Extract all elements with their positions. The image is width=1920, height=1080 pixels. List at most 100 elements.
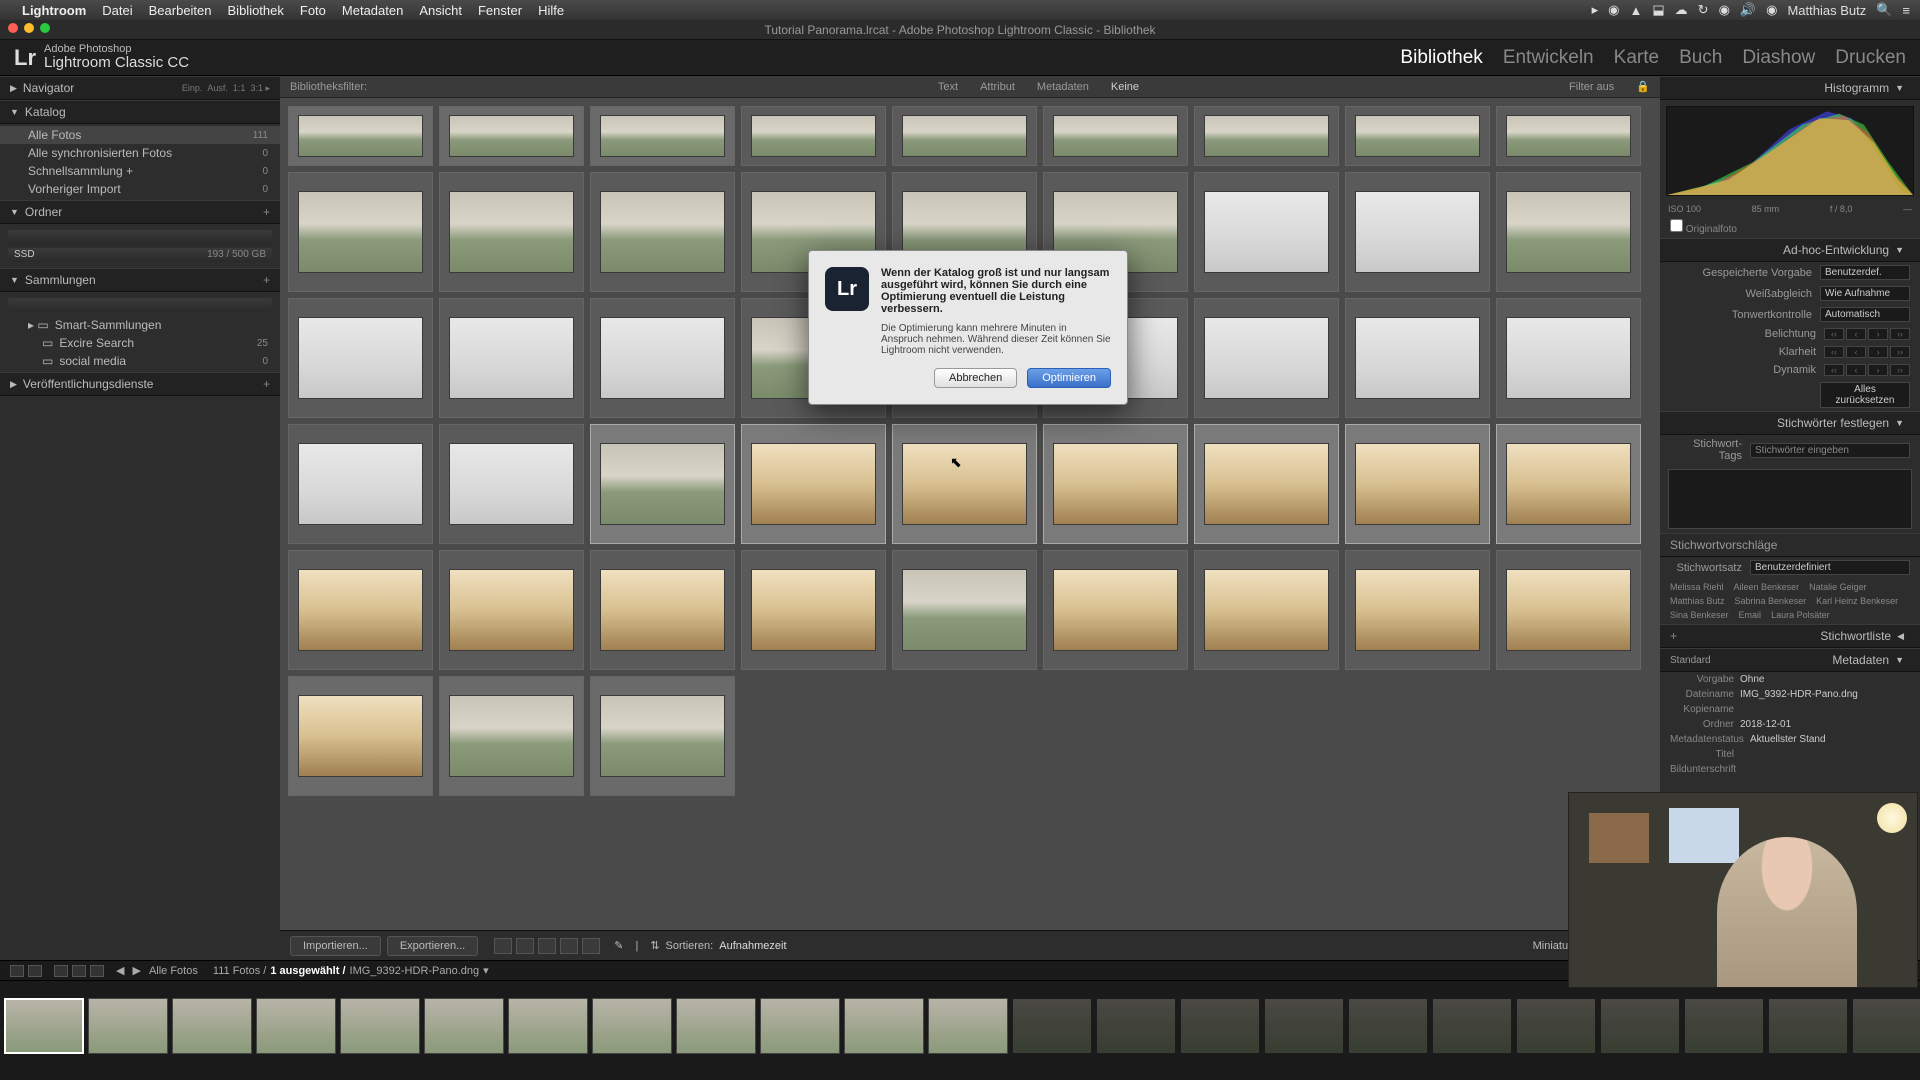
person-tag[interactable]: Karl Heinz Benkeser bbox=[1816, 596, 1898, 606]
drive-bar[interactable]: SSD 193 / 500 GB bbox=[8, 248, 272, 262]
grid-cell[interactable] bbox=[1194, 106, 1339, 166]
optimize-button[interactable]: Optimieren bbox=[1027, 368, 1111, 388]
filmstrip-thumb[interactable] bbox=[1348, 998, 1428, 1054]
catalog-quick[interactable]: Schnellsammlung +0 bbox=[0, 162, 280, 180]
menu-help[interactable]: Hilfe bbox=[538, 3, 564, 18]
person-tag[interactable]: Natalie Geiger bbox=[1809, 582, 1867, 592]
catalog-header[interactable]: ▼ Katalog bbox=[0, 100, 280, 124]
md-caption[interactable] bbox=[1742, 764, 1910, 775]
layout-icon[interactable] bbox=[90, 965, 104, 977]
filter-text[interactable]: Text bbox=[938, 81, 958, 93]
filmstrip-thumb[interactable] bbox=[1768, 998, 1848, 1054]
filmstrip-thumb[interactable] bbox=[844, 998, 924, 1054]
filmstrip-thumb[interactable] bbox=[1096, 998, 1176, 1054]
wifi-icon[interactable]: ◉ bbox=[1719, 2, 1730, 18]
filter-metadata[interactable]: Metadaten bbox=[1037, 81, 1089, 93]
grid-cell[interactable] bbox=[1496, 106, 1641, 166]
grid-cell[interactable] bbox=[590, 298, 735, 418]
grid-cell[interactable] bbox=[288, 676, 433, 796]
menu-metadata[interactable]: Metadaten bbox=[342, 3, 403, 18]
status-icon[interactable]: ◉ bbox=[1608, 2, 1619, 18]
menu-photo[interactable]: Foto bbox=[300, 3, 326, 18]
grid-cell[interactable] bbox=[1194, 172, 1339, 292]
people-view-icon[interactable] bbox=[582, 938, 600, 954]
adhoc-header[interactable]: Ad-hoc-Entwicklung ▼ bbox=[1660, 238, 1920, 262]
grid-cell[interactable] bbox=[1496, 550, 1641, 670]
filmstrip-thumb[interactable] bbox=[1012, 998, 1092, 1054]
sync-icon[interactable]: ↻ bbox=[1698, 2, 1709, 18]
menu-library[interactable]: Bibliothek bbox=[228, 3, 284, 18]
cloud-icon[interactable]: ☁ bbox=[1675, 2, 1688, 18]
filmstrip-thumb[interactable] bbox=[928, 998, 1008, 1054]
menu-file[interactable]: Datei bbox=[102, 3, 132, 18]
grid-cell[interactable] bbox=[1194, 550, 1339, 670]
grid-cell[interactable] bbox=[288, 172, 433, 292]
clarity-steppers[interactable]: ‹‹‹››› bbox=[1824, 346, 1910, 358]
search-icon[interactable]: 🔍 bbox=[1876, 2, 1892, 18]
smart-collections[interactable]: ▸ ▭Smart-Sammlungen bbox=[0, 316, 280, 334]
grid-cell-selected[interactable] bbox=[590, 424, 735, 544]
sort-dir-icon[interactable]: ⇅ bbox=[650, 939, 659, 952]
filter-lock-icon[interactable]: 🔒 bbox=[1636, 80, 1650, 93]
catalog-prev-import[interactable]: Vorheriger Import0 bbox=[0, 180, 280, 198]
catalog-synced[interactable]: Alle synchronisierten Fotos0 bbox=[0, 144, 280, 162]
md-title[interactable] bbox=[1740, 749, 1910, 760]
import-button[interactable]: Importieren... bbox=[290, 936, 381, 956]
add-keyword-icon[interactable]: + bbox=[1670, 629, 1677, 643]
menu-extra-icon[interactable]: ≡ bbox=[1902, 3, 1910, 18]
layout-icon[interactable] bbox=[54, 965, 68, 977]
histogram[interactable] bbox=[1666, 106, 1914, 196]
filmstrip-thumb[interactable] bbox=[508, 998, 588, 1054]
grid-cell[interactable] bbox=[892, 550, 1037, 670]
grid-cell[interactable] bbox=[1496, 172, 1641, 292]
md-folder[interactable]: 2018-12-01 bbox=[1740, 719, 1910, 730]
grid-cell[interactable] bbox=[741, 424, 886, 544]
histogram-header[interactable]: Histogramm ▼ bbox=[1660, 76, 1920, 100]
grid-cell[interactable] bbox=[590, 172, 735, 292]
kw-suggest-header[interactable]: Stichwortvorschläge bbox=[1660, 533, 1920, 557]
filmstrip-thumb[interactable] bbox=[4, 998, 84, 1054]
traffic-lights[interactable] bbox=[8, 23, 50, 33]
grid-cell[interactable] bbox=[1345, 550, 1490, 670]
excire-search[interactable]: ▭Excire Search 25 bbox=[0, 334, 280, 352]
filmstrip-thumb[interactable] bbox=[1684, 998, 1764, 1054]
source-label[interactable]: Alle Fotos bbox=[149, 965, 198, 977]
metadata-set-dropdown[interactable]: Standard bbox=[1670, 655, 1711, 666]
menu-window[interactable]: Fenster bbox=[478, 3, 522, 18]
grid-cell[interactable] bbox=[590, 550, 735, 670]
publish-header[interactable]: ▶ Veröffentlichungsdienste + bbox=[0, 372, 280, 396]
filmstrip-thumb[interactable] bbox=[340, 998, 420, 1054]
wb-dropdown[interactable]: Wie Aufnahme bbox=[1820, 286, 1910, 301]
grid-cell[interactable] bbox=[590, 106, 735, 166]
filter-none[interactable]: Keine bbox=[1111, 81, 1139, 93]
menu-view[interactable]: Ansicht bbox=[419, 3, 462, 18]
grid-view-icon[interactable] bbox=[494, 938, 512, 954]
loupe-view-icon[interactable] bbox=[516, 938, 534, 954]
person-tag[interactable]: Laura Polsäter bbox=[1771, 610, 1830, 620]
module-library[interactable]: Bibliothek bbox=[1400, 47, 1482, 69]
module-develop[interactable]: Entwickeln bbox=[1503, 47, 1594, 69]
volume-icon[interactable]: 🔊 bbox=[1740, 2, 1756, 18]
grid-cell[interactable] bbox=[288, 106, 433, 166]
filter-attribute[interactable]: Attribut bbox=[980, 81, 1015, 93]
grid-cell[interactable] bbox=[741, 106, 886, 166]
filmstrip-thumb[interactable] bbox=[760, 998, 840, 1054]
grid-cell[interactable] bbox=[1043, 550, 1188, 670]
status-icon[interactable]: ▸ bbox=[1592, 2, 1599, 18]
painter-icon[interactable]: ✎ bbox=[614, 939, 623, 952]
add-publish-icon[interactable]: + bbox=[263, 377, 270, 391]
filmstrip-thumb[interactable] bbox=[172, 998, 252, 1054]
person-tag[interactable]: Sina Benkeser bbox=[1670, 610, 1729, 620]
exposure-steppers[interactable]: ‹‹‹››› bbox=[1824, 328, 1910, 340]
filmstrip-thumb[interactable] bbox=[1180, 998, 1260, 1054]
grid-cell[interactable] bbox=[288, 550, 433, 670]
grid-cell[interactable] bbox=[1345, 106, 1490, 166]
filmstrip-thumb[interactable] bbox=[676, 998, 756, 1054]
grid-cell[interactable] bbox=[288, 424, 433, 544]
grid-cell[interactable] bbox=[439, 424, 584, 544]
grid-cell[interactable] bbox=[439, 550, 584, 670]
grid-cell[interactable] bbox=[1043, 424, 1188, 544]
person-tag[interactable]: Sabrina Benkeser bbox=[1735, 596, 1807, 606]
grid-cell[interactable] bbox=[1194, 424, 1339, 544]
catalog-all-photos[interactable]: Alle Fotos111 bbox=[0, 126, 280, 144]
